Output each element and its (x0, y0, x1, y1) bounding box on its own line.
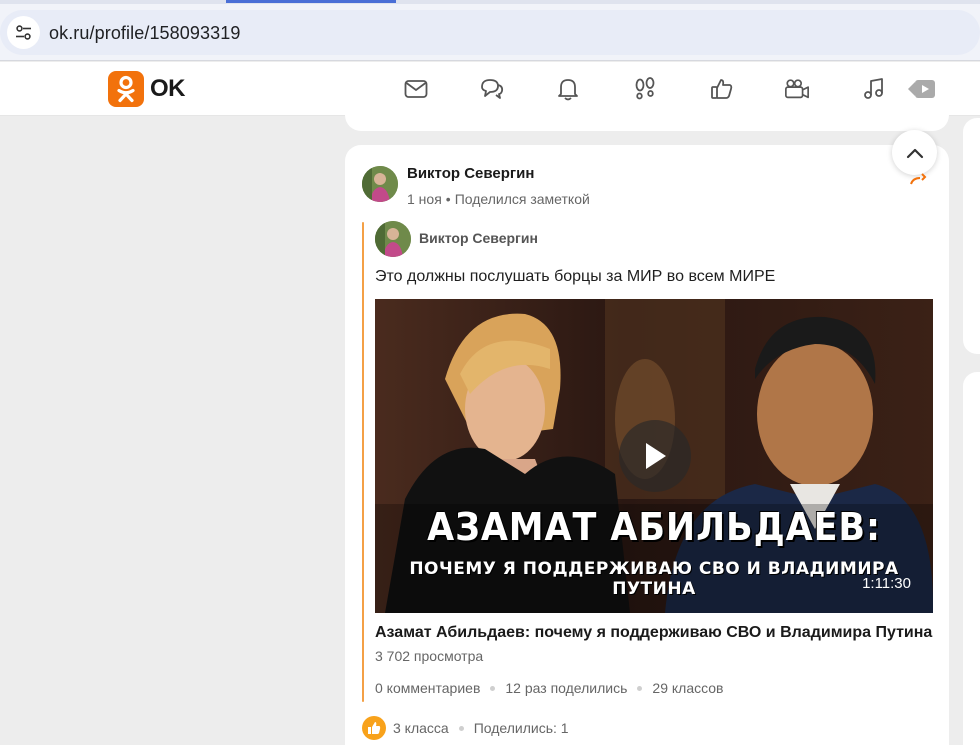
site-info-button[interactable] (7, 16, 40, 49)
shares-count[interactable]: 12 раз поделились (505, 680, 627, 696)
class-like-icon[interactable] (362, 716, 386, 740)
play-icon (646, 443, 666, 469)
video-player[interactable]: АЗАМАТ АБИЛЬДАЕВ: ПОЧЕМУ Я ПОДДЕРЖИВАЮ С… (375, 299, 933, 613)
stats-separator (637, 685, 643, 691)
stats-separator (490, 685, 496, 691)
meta-separator: • (445, 191, 451, 207)
footprints-icon[interactable] (632, 76, 658, 102)
address-bar[interactable]: ok.ru/profile/158093319 (0, 10, 980, 55)
tune-icon (16, 25, 31, 40)
right-panel-lower (963, 372, 980, 745)
post-footer: 3 класса Поделились: 1 (362, 716, 569, 740)
video-overlay-title: АЗАМАТ АБИЛЬДАЕВ: (427, 505, 881, 549)
classes-count[interactable]: 29 классов (652, 680, 723, 696)
shared-post-stats: 0 комментариев 12 раз поделились 29 клас… (375, 680, 724, 696)
post-author-name[interactable]: Виктор Севергин (407, 165, 534, 182)
ok-logo-icon (108, 71, 144, 107)
video-title-link[interactable]: Азамат Абильдаев: почему я поддерживаю С… (375, 624, 932, 642)
likes-count[interactable]: 3 класса (393, 720, 449, 736)
active-tab-indicator (226, 0, 396, 3)
video-views: 3 702 просмотра (375, 648, 484, 664)
shared-author-avatar[interactable] (375, 221, 411, 257)
footer-separator (458, 725, 464, 731)
comments-count[interactable]: 0 комментариев (375, 680, 480, 696)
video-duration: 1:11:30 (862, 575, 911, 592)
address-bar-area: ok.ru/profile/158093319 (0, 4, 980, 61)
mail-icon[interactable] (403, 76, 429, 102)
shared-note-accent-line (362, 222, 364, 702)
post-action: Поделился заметкой (454, 191, 590, 207)
shared-author-name[interactable]: Виктор Севергин (419, 230, 538, 246)
post-meta: 1 ноя • Поделился заметкой (407, 191, 590, 207)
author-avatar[interactable] (362, 166, 398, 202)
thumbs-up-icon[interactable] (709, 76, 735, 102)
chat-icon[interactable] (479, 76, 505, 102)
scroll-to-top-button[interactable] (892, 130, 937, 175)
post-date[interactable]: 1 ноя (407, 191, 442, 207)
post-text: Это должны послушать борцы за МИР во все… (375, 268, 776, 285)
url-text[interactable]: ok.ru/profile/158093319 (49, 23, 240, 44)
right-panel (963, 118, 980, 354)
video-overlay-subtitle: ПОЧЕМУ Я ПОДДЕРЖИВАЮ СВО И ВЛАДИМИРА ПУТ… (409, 559, 899, 599)
share-icon[interactable] (910, 172, 928, 191)
previous-post-card (345, 108, 949, 131)
chevron-up-icon (906, 148, 923, 158)
ok-logo-text: OK (150, 75, 186, 102)
video-play-icon[interactable] (905, 76, 937, 102)
footer-shares[interactable]: Поделились: 1 (474, 720, 569, 736)
ok-logo[interactable]: OK (108, 71, 186, 107)
video-camera-icon[interactable] (784, 76, 810, 102)
music-icon[interactable] (861, 76, 887, 102)
bell-icon[interactable] (555, 76, 581, 102)
play-button[interactable] (619, 420, 691, 492)
